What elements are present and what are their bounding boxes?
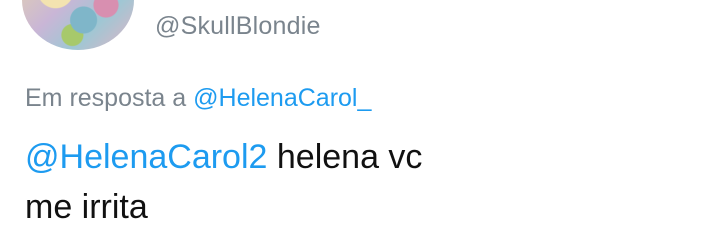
tweet-text-line-1: @HelenaCarol2 helena vc	[25, 132, 585, 182]
reply-prefix: Em resposta a	[25, 84, 187, 112]
mention-link[interactable]: @HelenaCarol2	[25, 138, 267, 176]
tweet-body-1: helena vc	[276, 138, 423, 176]
tweet-text: @HelenaCarol2 helena vc me irrita	[25, 132, 585, 232]
tweet-text-line-2: me irrita	[25, 188, 148, 226]
reply-to-link[interactable]: @HelenaCarol_	[193, 84, 371, 112]
user-handle[interactable]: @SkullBlondie	[155, 12, 321, 41]
reply-context: Em resposta a @HelenaCarol_	[25, 84, 371, 113]
avatar[interactable]	[22, 0, 134, 50]
